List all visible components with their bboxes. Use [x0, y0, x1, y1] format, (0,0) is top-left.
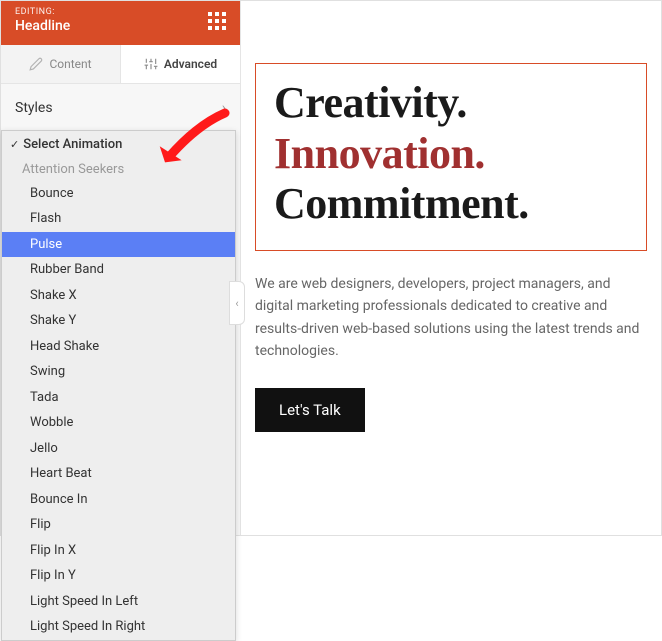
dropdown-option[interactable]: Rubber Band — [2, 257, 235, 283]
editor-tabs: Content Advanced — [1, 45, 240, 84]
dropdown-group-label: Attention Seekers — [2, 158, 235, 181]
headline-word-1: Creativity. — [274, 78, 467, 127]
dropdown-selected-label[interactable]: ✓ Select Animation — [2, 131, 235, 158]
headline-word-2: Innovation. — [274, 129, 485, 178]
dropdown-option[interactable]: Flip — [2, 512, 235, 538]
sidebar-collapse-handle[interactable]: ‹ — [229, 281, 245, 325]
header-text: EDITING: Headline — [15, 7, 70, 35]
dropdown-option[interactable]: Bounce In — [2, 487, 235, 513]
headline-word-3: Commitment. — [274, 179, 529, 228]
tab-advanced-label: Advanced — [164, 57, 217, 71]
pencil-icon — [29, 57, 43, 71]
dropdown-option[interactable]: Jello — [2, 436, 235, 462]
tab-content[interactable]: Content — [1, 45, 121, 83]
sidebar-header: EDITING: Headline — [1, 1, 240, 45]
styles-section-header[interactable]: Styles › — [1, 84, 240, 130]
block-name: Headline — [15, 18, 70, 35]
chevron-right-icon: › — [222, 100, 226, 116]
grid-menu-icon[interactable] — [208, 12, 226, 30]
sliders-icon — [144, 57, 158, 71]
dropdown-options: BounceFlashPulseRubber BandShake XShake … — [2, 181, 235, 640]
description-text: We are web designers, developers, projec… — [255, 273, 647, 363]
dropdown-option[interactable]: Tada — [2, 385, 235, 411]
dropdown-option[interactable]: Light Speed In Left — [2, 589, 235, 615]
editor-sidebar: EDITING: Headline Content Advanced Style… — [1, 1, 241, 535]
dropdown-option[interactable]: Light Speed In Right — [2, 614, 235, 640]
dropdown-option[interactable]: Swing — [2, 359, 235, 385]
editing-label: EDITING: — [15, 7, 70, 18]
dropdown-label-text: Select Animation — [23, 137, 122, 152]
headline-block[interactable]: Creativity. Innovation. Commitment. — [255, 63, 647, 251]
tab-advanced[interactable]: Advanced — [121, 45, 240, 83]
dropdown-option[interactable]: Pulse — [2, 232, 235, 258]
dropdown-option[interactable]: Shake X — [2, 283, 235, 309]
dropdown-option[interactable]: Shake Y — [2, 308, 235, 334]
dropdown-option[interactable]: Flip In X — [2, 538, 235, 564]
dropdown-option[interactable]: Heart Beat — [2, 461, 235, 487]
tab-content-label: Content — [49, 57, 91, 71]
dropdown-option[interactable]: Head Shake — [2, 334, 235, 360]
preview-canvas: Creativity. Innovation. Commitment. We a… — [241, 1, 661, 535]
check-icon: ✓ — [10, 138, 19, 151]
styles-section-title: Styles — [15, 100, 53, 116]
animation-dropdown: ✓ Select Animation Attention Seekers Bou… — [1, 130, 236, 641]
dropdown-option[interactable]: Flip In Y — [2, 563, 235, 589]
dropdown-option[interactable]: Flash — [2, 206, 235, 232]
headline-text: Creativity. Innovation. Commitment. — [274, 78, 628, 230]
dropdown-option[interactable]: Bounce — [2, 181, 235, 207]
dropdown-option[interactable]: Wobble — [2, 410, 235, 436]
cta-button[interactable]: Let's Talk — [255, 388, 365, 432]
